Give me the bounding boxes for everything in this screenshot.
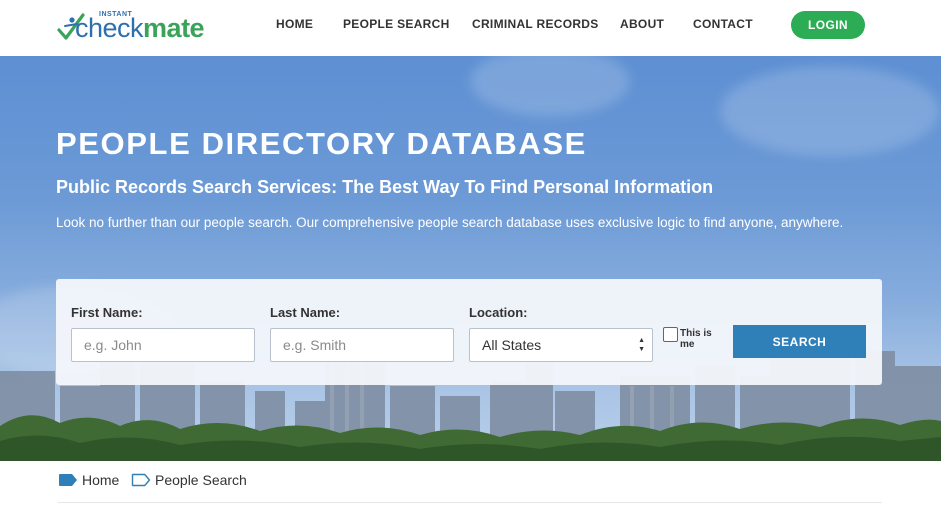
nav-about[interactable]: ABOUT bbox=[620, 17, 664, 31]
location-selected-value: All States bbox=[482, 337, 542, 353]
hero-title: PEOPLE DIRECTORY DATABASE bbox=[56, 126, 587, 161]
tag-filled-icon bbox=[59, 474, 77, 486]
tag-outline-icon bbox=[131, 473, 151, 487]
this-is-me-checkbox[interactable] bbox=[663, 327, 678, 342]
breadcrumb-home-label: Home bbox=[82, 472, 120, 488]
logo-wordmark: checkmate bbox=[75, 13, 205, 43]
hero-banner: PEOPLE DIRECTORY DATABASE Public Records… bbox=[0, 56, 941, 461]
search-button[interactable]: SEARCH bbox=[733, 325, 866, 358]
people-search-form: First Name: e.g. John Last Name: e.g. Sm… bbox=[56, 279, 882, 385]
first-name-input[interactable]: e.g. John bbox=[71, 328, 255, 362]
nav-contact[interactable]: CONTACT bbox=[693, 17, 753, 31]
cloud bbox=[470, 56, 630, 116]
first-name-label: First Name: bbox=[71, 305, 143, 320]
last-name-input[interactable]: e.g. Smith bbox=[270, 328, 454, 362]
cloud bbox=[720, 66, 940, 156]
checkmate-logo[interactable]: INSTANT checkmate bbox=[57, 8, 227, 42]
login-button[interactable]: LOGIN bbox=[791, 11, 865, 39]
up-down-arrows-icon: ▲ ▼ bbox=[638, 337, 645, 353]
logo-mate-text: mate bbox=[143, 13, 205, 43]
location-label: Location: bbox=[469, 305, 528, 320]
breadcrumb-home[interactable]: Home bbox=[58, 472, 119, 488]
hero-description: Look no further than our people search. … bbox=[56, 215, 844, 230]
logo-check-text: check bbox=[75, 13, 144, 43]
breadcrumb-people-search-label: People Search bbox=[155, 472, 247, 488]
site-header: INSTANT checkmate HOME PEOPLE SEARCH CRI… bbox=[0, 0, 941, 56]
nav-home[interactable]: HOME bbox=[276, 17, 313, 31]
content-divider bbox=[58, 502, 882, 503]
this-is-me-label: This is me bbox=[680, 328, 712, 350]
breadcrumb-people-search: People Search bbox=[131, 472, 247, 488]
nav-criminal-records[interactable]: CRIMINAL RECORDS bbox=[472, 17, 599, 31]
last-name-label: Last Name: bbox=[270, 305, 341, 320]
location-select[interactable]: All States ▲ ▼ bbox=[469, 328, 653, 362]
nav-people-search[interactable]: PEOPLE SEARCH bbox=[343, 17, 450, 31]
hero-subtitle: Public Records Search Services: The Best… bbox=[56, 177, 714, 197]
